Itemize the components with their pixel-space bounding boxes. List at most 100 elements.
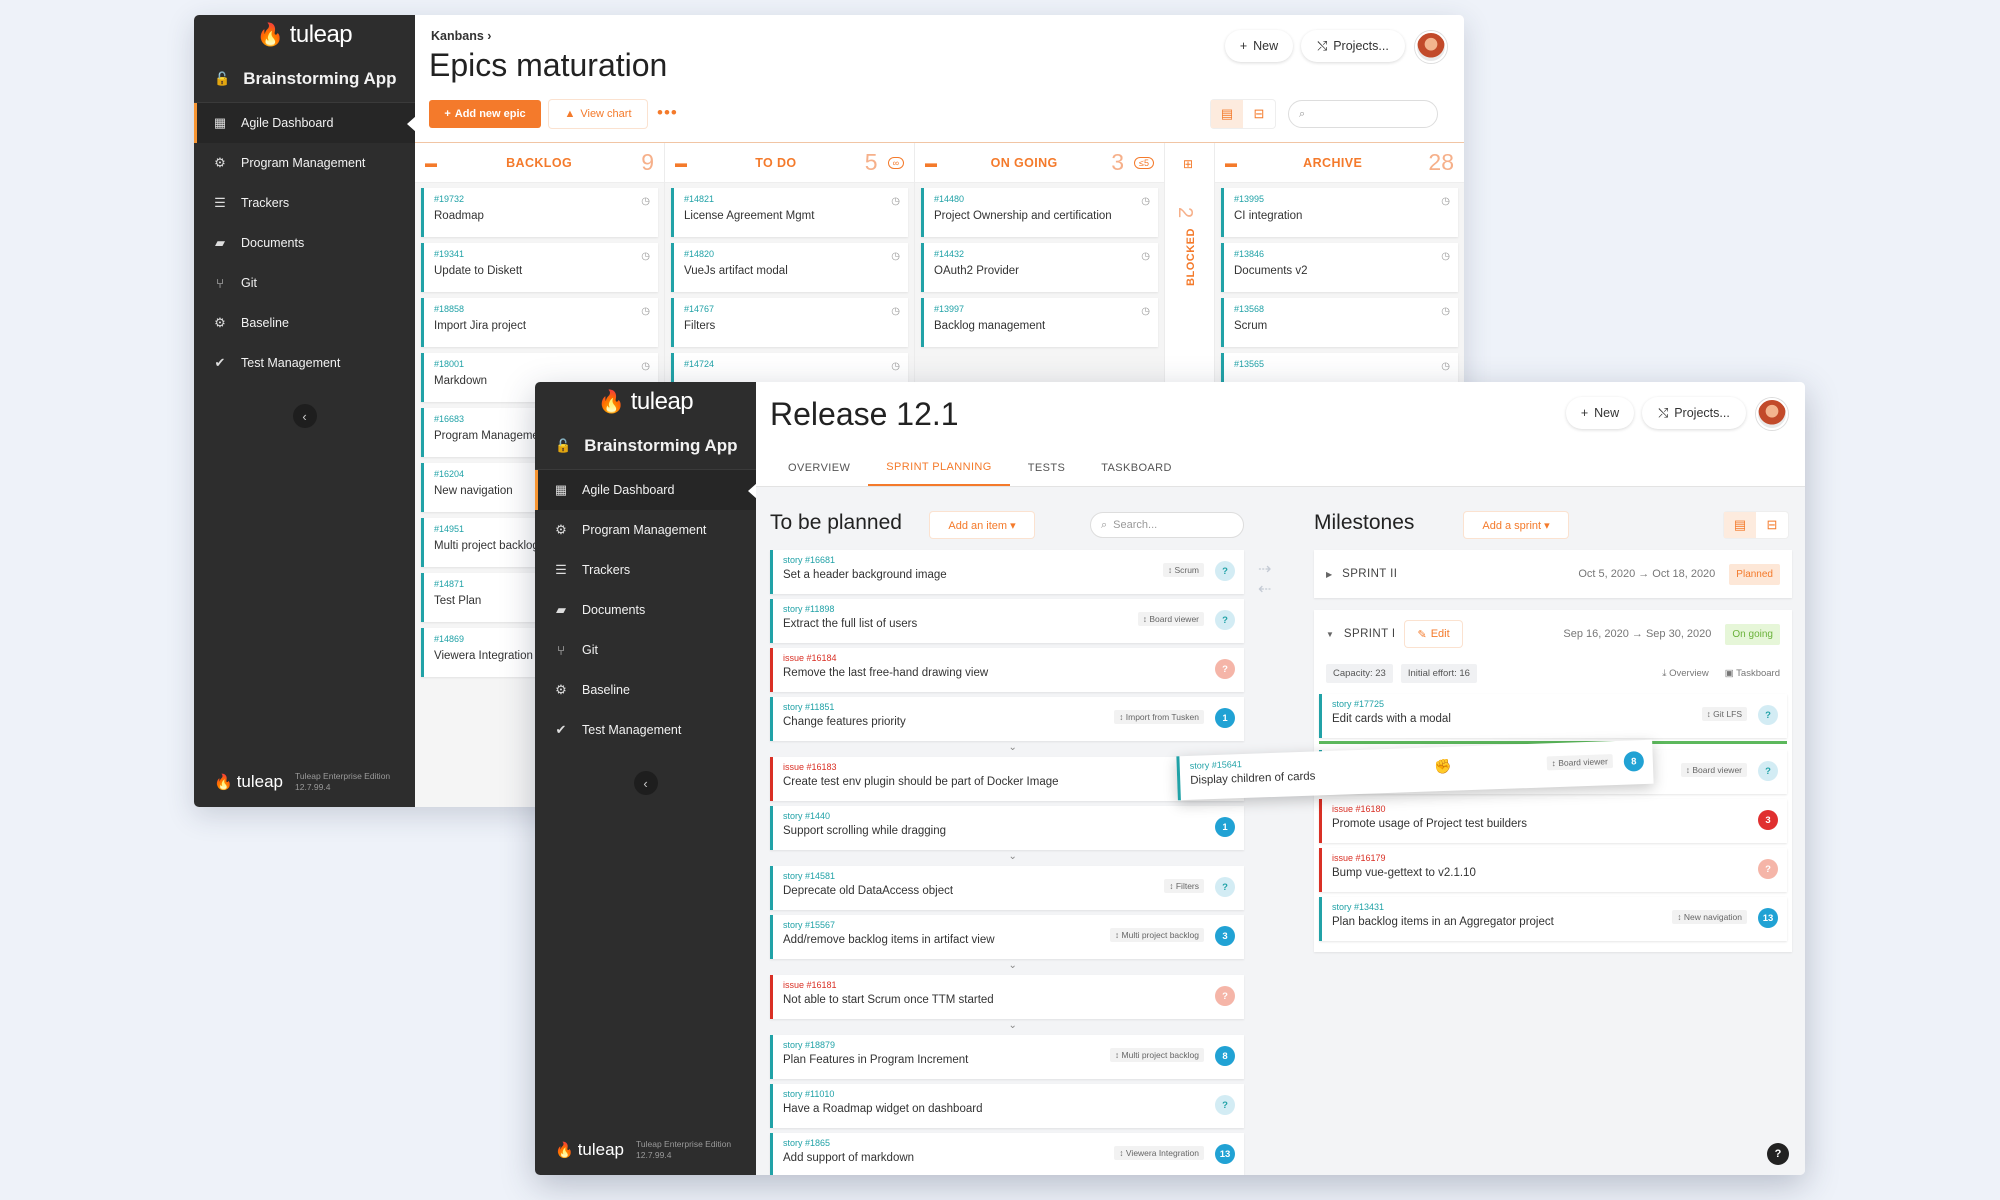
view-chart-button[interactable]: ▲ View chart xyxy=(549,100,647,128)
backlog-item[interactable]: story #18879 Plan Features in Program Inc… xyxy=(770,1035,1244,1079)
add-epic-button[interactable]: + Add new epic xyxy=(429,100,541,128)
kanban-card[interactable]: #19732 Roadmap ◷ xyxy=(421,188,658,237)
clock-icon[interactable]: ◷ xyxy=(1441,251,1450,262)
kanban-card[interactable]: #13997 Backlog management ◷ xyxy=(921,298,1158,347)
view-toggle[interactable]: ▤ ⊟ xyxy=(1211,100,1275,128)
tab-sprint-planning[interactable]: SPRINT PLANNING xyxy=(868,450,1010,486)
collapse-column-icon[interactable]: ▬ xyxy=(925,156,937,170)
sidebar-item-program-management[interactable]: ⚙ Program Management xyxy=(535,510,756,550)
collapse-sidebar-button[interactable]: ‹ xyxy=(633,771,658,795)
backlog-search-input[interactable]: ⌕ Search... xyxy=(1090,512,1244,538)
add-item-button[interactable]: Add an item ▾ xyxy=(930,512,1034,538)
kanban-card[interactable]: #18858 Import Jira project ◷ xyxy=(421,298,658,347)
projects-button[interactable]: ⤭ Projects... xyxy=(1642,397,1746,429)
expand-column-icon[interactable]: ⊞ xyxy=(1183,157,1193,171)
kanban-card[interactable]: #13995 CI integration ◷ xyxy=(1221,188,1458,237)
sidebar-item-documents[interactable]: ▰ Documents xyxy=(535,590,756,630)
collapse-column-icon[interactable]: ▬ xyxy=(1225,156,1237,170)
kanban-card[interactable]: #13846 Documents v2 ◷ xyxy=(1221,243,1458,292)
clock-icon[interactable]: ◷ xyxy=(1441,361,1450,372)
add-sprint-button[interactable]: Add a sprint ▾ xyxy=(1464,512,1568,538)
list-view-icon[interactable]: ▤ xyxy=(1724,512,1756,538)
backlog-item[interactable]: issue #16183 Create test env plugin shoul… xyxy=(770,757,1244,801)
kanban-card[interactable]: #14767 Filters ◷ xyxy=(671,298,908,347)
search-input[interactable]: ⌕ xyxy=(1288,100,1438,128)
clock-icon[interactable]: ◷ xyxy=(1441,306,1450,317)
backlog-item[interactable]: story #11851 Change features priority ↕ Im… xyxy=(770,697,1244,753)
sprint-item[interactable]: issue #16180 Promote usage of Project tes… xyxy=(1319,799,1787,843)
sidebar-item-test-management[interactable]: ✔ Test Management xyxy=(535,710,756,750)
kanban-card[interactable]: #14480 Project Ownership and certificatio… xyxy=(921,188,1158,237)
tab-overview[interactable]: OVERVIEW xyxy=(770,450,868,486)
new-button[interactable]: + New xyxy=(1225,30,1293,62)
tab-taskboard[interactable]: TASKBOARD xyxy=(1083,450,1190,486)
clock-icon[interactable]: ◷ xyxy=(1141,306,1150,317)
clock-icon[interactable]: ◷ xyxy=(641,361,650,372)
caret-down-icon[interactable]: ▼ xyxy=(1326,630,1334,639)
sidebar-item-documents[interactable]: ▰ Documents xyxy=(194,223,415,263)
kanban-card[interactable]: #14432 OAuth2 Provider ◷ xyxy=(921,243,1158,292)
avatar[interactable] xyxy=(1415,31,1447,63)
overview-link[interactable]: ⤓ Overview xyxy=(1662,668,1708,679)
collapse-column-icon[interactable]: ▬ xyxy=(675,156,687,170)
card-view-icon[interactable]: ⊟ xyxy=(1243,100,1275,128)
sidebar-item-baseline[interactable]: ⚙ Baseline xyxy=(194,303,415,343)
backlog-item[interactable]: story #15567 Add/remove backlog items in … xyxy=(770,915,1244,971)
milestone-view-toggle[interactable]: ▤ ⊟ xyxy=(1724,512,1788,538)
backlog-item[interactable]: story #11898 Extract the full list of use… xyxy=(770,599,1244,643)
list-view-icon[interactable]: ▤ xyxy=(1211,100,1243,128)
backlog-item[interactable]: issue #16184 Remove the last free-hand dr… xyxy=(770,648,1244,692)
clock-icon[interactable]: ◷ xyxy=(641,251,650,262)
sidebar-item-agile-dashboard[interactable]: ▦ Agile Dashboard xyxy=(535,470,757,510)
kanban-card[interactable]: #14820 VueJs artifact modal ◷ xyxy=(671,243,908,292)
backlog-item[interactable]: story #11010 Have a Roadmap widget on das… xyxy=(770,1084,1244,1128)
new-button[interactable]: + New xyxy=(1566,397,1634,429)
tab-tests[interactable]: TESTS xyxy=(1010,450,1083,486)
card-view-icon[interactable]: ⊟ xyxy=(1756,512,1788,538)
help-button[interactable]: ? xyxy=(1767,1143,1789,1165)
project-name[interactable]: 🔓 Brainstorming App xyxy=(535,422,756,470)
sprint-ii-row[interactable]: ▶ SPRINT II Oct 5, 2020 → Oct 18, 2020 P… xyxy=(1314,550,1792,598)
sidebar-logo[interactable]: 🔥 tuleap xyxy=(535,382,756,422)
backlog-item[interactable]: issue #16181 Not able to start Scrum once… xyxy=(770,975,1244,1031)
breadcrumb[interactable]: Kanbans › xyxy=(431,29,491,43)
taskboard-link[interactable]: ▣ Taskboard xyxy=(1725,668,1780,679)
sprint-i-row[interactable]: ▼ SPRINT I ✎ Edit Sep 16, 2020 → Sep 30, … xyxy=(1314,610,1792,658)
collapse-column-icon[interactable]: ▬ xyxy=(425,156,437,170)
clock-icon[interactable]: ◷ xyxy=(1441,196,1450,207)
sprint-item[interactable]: story #13431 Plan backlog items in an Agg… xyxy=(1319,897,1787,941)
kanban-card[interactable]: #13568 Scrum ◷ xyxy=(1221,298,1458,347)
more-options-icon[interactable]: ••• xyxy=(657,103,678,123)
backlog-item[interactable]: story #1440 Support scrolling while dragg… xyxy=(770,806,1244,862)
clock-icon[interactable]: ◷ xyxy=(891,306,900,317)
projects-button[interactable]: ⤭ Projects... xyxy=(1301,30,1405,62)
project-name[interactable]: 🔓 Brainstorming App xyxy=(194,55,415,103)
backlog-item[interactable]: story #16681 Set a header background imag… xyxy=(770,550,1244,594)
clock-icon[interactable]: ◷ xyxy=(641,196,650,207)
sidebar-item-test-management[interactable]: ✔ Test Management xyxy=(194,343,415,383)
sprint-item[interactable]: story #17725 Edit cards with a modal ↕ Git… xyxy=(1319,694,1787,738)
clock-icon[interactable]: ◷ xyxy=(891,251,900,262)
collapse-sidebar-button[interactable]: ‹ xyxy=(292,404,317,428)
kanban-card[interactable]: #14821 License Agreement Mgmt ◷ xyxy=(671,188,908,237)
backlog-item[interactable]: story #14581 Deprecate old DataAccess obj… xyxy=(770,866,1244,910)
backlog-item[interactable]: story #1865 Add support of markdown ↕ View… xyxy=(770,1133,1244,1175)
sprint-ii[interactable]: ▶ SPRINT II Oct 5, 2020 → Oct 18, 2020 P… xyxy=(1314,550,1792,598)
clock-icon[interactable]: ◷ xyxy=(891,196,900,207)
sidebar-item-trackers[interactable]: ☰ Trackers xyxy=(194,183,415,223)
edit-sprint-button[interactable]: ✎ Edit xyxy=(1405,621,1461,647)
clock-icon[interactable]: ◷ xyxy=(1141,251,1150,262)
kanban-card[interactable]: #19341 Update to Diskett ◷ xyxy=(421,243,658,292)
sprint-item[interactable]: issue #16179 Bump vue-gettext to v2.1.10? xyxy=(1319,848,1787,892)
sidebar-item-program-management[interactable]: ⚙ Program Management xyxy=(194,143,415,183)
sidebar-item-agile-dashboard[interactable]: ▦ Agile Dashboard xyxy=(194,103,416,143)
sidebar-item-trackers[interactable]: ☰ Trackers xyxy=(535,550,756,590)
clock-icon[interactable]: ◷ xyxy=(891,361,900,372)
sidebar-item-git[interactable]: ⑂ Git xyxy=(535,630,756,670)
sidebar-item-git[interactable]: ⑂ Git xyxy=(194,263,415,303)
clock-icon[interactable]: ◷ xyxy=(641,306,650,317)
avatar[interactable] xyxy=(1756,398,1788,430)
clock-icon[interactable]: ◷ xyxy=(1141,196,1150,207)
sidebar-logo[interactable]: 🔥 tuleap xyxy=(194,15,415,55)
caret-right-icon[interactable]: ▶ xyxy=(1326,570,1332,579)
